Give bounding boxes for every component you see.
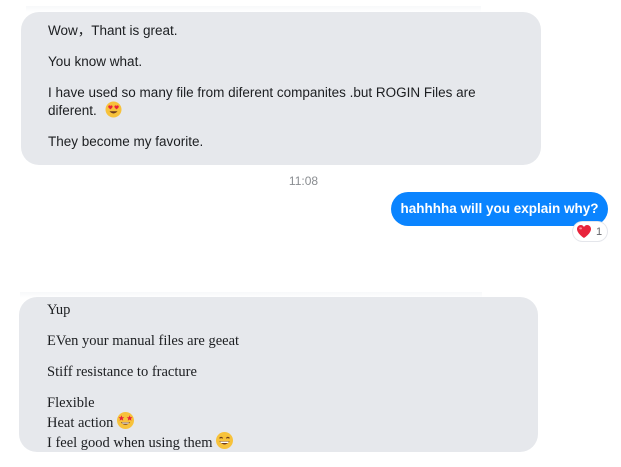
message-line: Flexible Heat action I feel good when us… bbox=[47, 395, 518, 451]
reaction-count: 1 bbox=[596, 225, 603, 238]
message-line: Wow，Thant is great. bbox=[48, 23, 178, 38]
reaction-badge[interactable]: 1 bbox=[573, 222, 608, 241]
message-text: Heat action bbox=[47, 415, 114, 431]
message-line: Yup bbox=[47, 302, 71, 318]
grinning-emoji-icon bbox=[215, 431, 233, 449]
outgoing-message-bubble[interactable]: hahhhha will you explain why? bbox=[391, 192, 608, 226]
message-text: Flexible bbox=[47, 395, 95, 411]
star-struck-emoji-icon bbox=[116, 411, 135, 429]
message-text: I have used so many file from diferent c… bbox=[48, 85, 476, 100]
message-line: They become my favorite. bbox=[48, 134, 204, 149]
message-line: EVen your manual files are geeat bbox=[47, 333, 240, 349]
message-line: You know what. bbox=[48, 54, 143, 69]
message-line: Stiff resistance to fracture bbox=[47, 364, 197, 380]
message-text: diferent. bbox=[48, 103, 97, 118]
message-text: I feel good when using them bbox=[47, 435, 213, 451]
message-line: I have used so many file from diferent c… bbox=[48, 85, 515, 119]
incoming-message-bubble[interactable]: Yup EVen your manual files are geeat Sti… bbox=[19, 297, 538, 452]
red-heart-icon bbox=[577, 225, 591, 238]
incoming-message-bubble[interactable]: Wow，Thant is great. You know what. I hav… bbox=[21, 12, 541, 165]
message-timestamp: 11:08 bbox=[288, 174, 319, 188]
heart-eyes-emoji-icon bbox=[105, 101, 122, 118]
